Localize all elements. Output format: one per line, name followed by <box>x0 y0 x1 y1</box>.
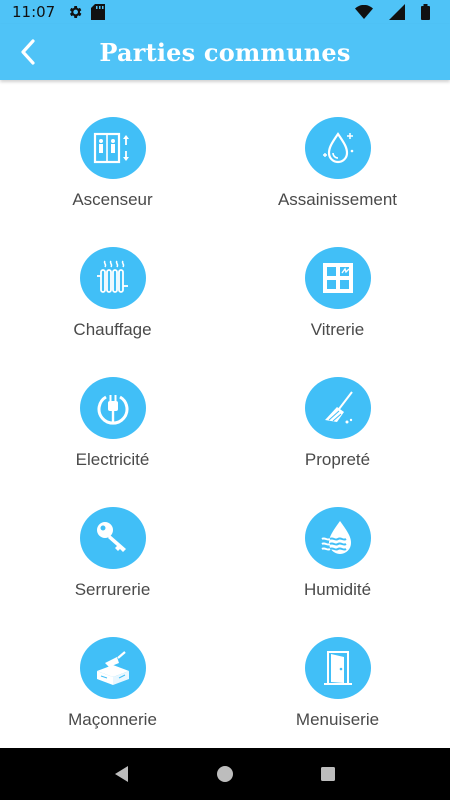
key-icon <box>79 507 146 569</box>
door-icon <box>304 637 371 699</box>
category-electricite[interactable]: Electricité <box>0 340 225 470</box>
category-assainissement[interactable]: Assainissement <box>225 80 450 210</box>
nav-back-button[interactable] <box>102 754 142 794</box>
category-proprete[interactable]: Propreté <box>225 340 450 470</box>
humidity-icon <box>304 507 371 569</box>
chevron-left-icon <box>21 39 35 65</box>
category-label: Vitrerie <box>310 320 365 339</box>
radiator-icon <box>79 247 146 309</box>
back-triangle-icon <box>114 766 128 782</box>
broom-icon <box>304 377 371 439</box>
electric-plug-icon <box>79 377 146 439</box>
category-ascenseur[interactable]: Ascenseur <box>0 80 225 210</box>
category-label: Propreté <box>304 450 371 469</box>
category-chauffage[interactable]: Chauffage <box>0 210 225 340</box>
category-label: Chauffage <box>73 320 152 339</box>
water-drop-icon <box>304 117 371 179</box>
category-vitrerie[interactable]: Vitrerie <box>225 210 450 340</box>
page-title: Parties communes <box>99 37 351 67</box>
recents-square-icon <box>321 767 336 781</box>
nav-recents-button[interactable] <box>308 754 348 794</box>
app-bar: Parties communes <box>0 24 450 80</box>
window-icon <box>304 247 371 309</box>
category-label: Humidité <box>303 580 372 599</box>
category-label: Menuiserie <box>295 710 380 729</box>
category-grid: Ascenseur Assainissement Chauffage Vitre… <box>0 80 450 748</box>
category-maconnerie[interactable]: Maçonnerie <box>0 600 225 730</box>
nav-home-button[interactable] <box>205 754 245 794</box>
category-label: Assainissement <box>277 190 398 209</box>
category-label: Serrurerie <box>74 580 151 599</box>
category-menuiserie[interactable]: Menuiserie <box>225 600 450 730</box>
sd-card-icon <box>91 4 106 20</box>
category-label: Maçonnerie <box>68 710 157 729</box>
category-label: Electricité <box>75 450 150 469</box>
battery-icon <box>421 4 430 20</box>
category-humidite[interactable]: Humidité <box>225 470 450 600</box>
gear-icon <box>67 4 83 20</box>
back-button[interactable] <box>10 34 46 70</box>
elevator-icon <box>79 117 146 179</box>
signal-icon <box>389 4 405 20</box>
status-bar: 11:07 <box>0 0 450 24</box>
navigation-bar <box>0 748 450 800</box>
category-serrurerie[interactable]: Serrurerie <box>0 470 225 600</box>
category-label: Ascenseur <box>72 190 153 209</box>
wifi-icon <box>355 5 373 19</box>
home-circle-icon <box>216 766 233 782</box>
status-time: 11:07 <box>12 3 56 21</box>
masonry-trowel-icon <box>79 637 146 699</box>
